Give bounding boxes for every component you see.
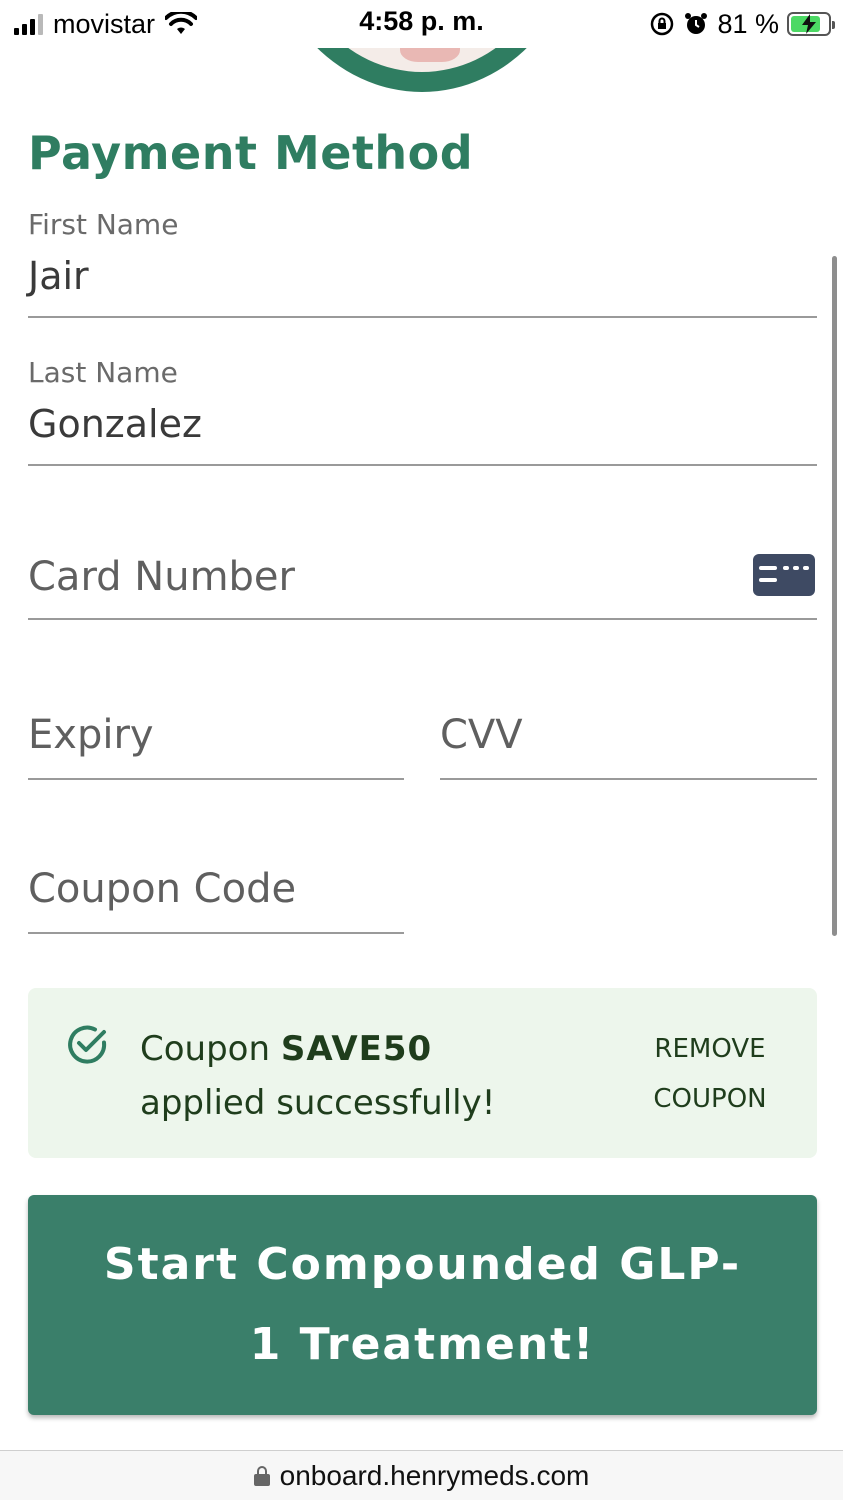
check-circle-icon <box>68 1025 107 1064</box>
cvv-input[interactable]: CVV <box>440 712 523 758</box>
first-name-field[interactable]: First Name Jair <box>28 206 817 318</box>
expiry-input[interactable]: Expiry <box>28 712 154 758</box>
start-treatment-button[interactable]: Start Compounded GLP-1 Treatment! <box>28 1195 817 1415</box>
card-number-field[interactable]: Card Number <box>28 520 817 620</box>
charging-bolt-icon <box>802 14 816 34</box>
browser-url-bar[interactable]: onboard.henrymeds.com <box>0 1450 843 1500</box>
url-text: onboard.henrymeds.com <box>279 1459 590 1491</box>
coupon-message: Coupon SAVE50 applied successfully! <box>140 1022 560 1130</box>
payment-page: movistar 4:58 p. m. 81 % Payment Method … <box>0 0 843 1500</box>
remove-coupon-line1: REMOVE <box>654 1034 766 1064</box>
coupon-code-field[interactable]: Coupon Code <box>28 834 404 934</box>
battery-percent: 81 % <box>717 8 779 39</box>
battery-icon <box>787 12 835 36</box>
orientation-lock-icon <box>651 12 674 36</box>
status-right: 81 % <box>649 8 835 40</box>
start-treatment-label: Start Compounded GLP-1 Treatment! <box>103 1239 742 1370</box>
lock-icon <box>253 1465 270 1486</box>
coupon-suffix: applied successfully! <box>140 1083 496 1123</box>
page-title: Payment Method <box>28 126 474 180</box>
alarm-icon <box>685 13 708 34</box>
last-name-field[interactable]: Last Name Gonzalez <box>28 354 817 466</box>
last-name-label: Last Name <box>28 356 178 389</box>
scrollbar[interactable] <box>832 256 837 936</box>
credit-card-icon <box>753 554 815 596</box>
remove-coupon-line2: COUPON <box>653 1084 767 1114</box>
remove-coupon-button[interactable]: REMOVE COUPON <box>640 1024 780 1124</box>
coupon-success-banner: Coupon SAVE50 applied successfully! REMO… <box>28 988 817 1158</box>
last-name-value[interactable]: Gonzalez <box>28 402 202 446</box>
coupon-code-value: SAVE50 <box>280 1029 433 1069</box>
expiry-field[interactable]: Expiry <box>28 680 404 780</box>
cvv-field[interactable]: CVV <box>440 680 817 780</box>
status-bar: movistar 4:58 p. m. 81 % <box>0 0 843 48</box>
first-name-value[interactable]: Jair <box>28 254 89 298</box>
coupon-code-input[interactable]: Coupon Code <box>28 866 296 912</box>
card-number-input[interactable]: Card Number <box>28 554 295 600</box>
first-name-label: First Name <box>28 208 179 241</box>
coupon-prefix: Coupon <box>140 1029 281 1069</box>
